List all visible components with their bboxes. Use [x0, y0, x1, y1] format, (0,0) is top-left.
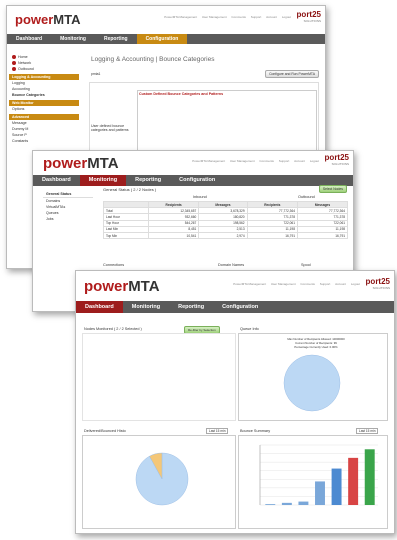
- bounce-title: Bounce Summary: [240, 429, 271, 433]
- bounce-range-select[interactable]: Last 15 min: [356, 428, 379, 434]
- sidebar-item-outbound[interactable]: Outbound: [9, 66, 79, 72]
- main-nav: Dashboard Monitoring Reporting Configura…: [33, 175, 353, 186]
- tab-monitoring[interactable]: Monitoring: [79, 175, 127, 186]
- sidebar-item-jobs[interactable]: Jobs: [43, 216, 93, 222]
- sidebar-item-constants[interactable]: Constants: [9, 138, 79, 144]
- tab-reporting[interactable]: Reporting: [126, 175, 170, 186]
- bounce-bar: [298, 501, 309, 505]
- bounce-bar: [315, 481, 325, 505]
- bounce-bar: [265, 504, 276, 505]
- pie-slice: [283, 354, 341, 412]
- top-link[interactable]: Support: [320, 282, 331, 286]
- top-link[interactable]: Comments: [231, 15, 246, 19]
- nodes-title: Nodes Monitored ( 2 / 2 Selected ): [84, 327, 142, 331]
- delivered-range-select[interactable]: Last 15 min: [206, 428, 229, 434]
- queue-line: Percentage Currently Used: 0.00%: [294, 345, 338, 349]
- table-row: Top Min 10,541 2,974 16,791 16,791: [103, 231, 349, 240]
- top-link[interactable]: Account: [294, 159, 305, 163]
- select-nodes-button[interactable]: Select Nodes: [318, 185, 347, 193]
- delivered-title: Delivered/Bounced Histo: [84, 429, 126, 433]
- main-nav: Dashboard Monitoring Reporting Configura…: [7, 34, 325, 44]
- top-links: PowerMTA Management User Management Comm…: [188, 159, 319, 163]
- apply-config-button[interactable]: Configure and Run PowerMTA: [265, 70, 319, 78]
- monitor-sidebar: General Status Domains VirtualMTAs Queue…: [43, 191, 93, 222]
- tab-configuration[interactable]: Configuration: [213, 301, 267, 313]
- top-link[interactable]: Support: [251, 15, 262, 19]
- sidebar-item-general-status[interactable]: General Status: [43, 191, 93, 198]
- top-link[interactable]: Account: [266, 15, 277, 19]
- powermta-logo: powerMTA: [84, 278, 160, 295]
- nodes-panel: [82, 333, 236, 421]
- top-link[interactable]: PowerMTA Management: [164, 15, 197, 19]
- footer-domain-names: Domain Names: [218, 263, 245, 267]
- delivered-pie-chart: [135, 452, 189, 506]
- port25-logo: port25 SOLUTIONS: [296, 10, 321, 24]
- sidebar-item-bounce-categories[interactable]: Bounce Categories: [9, 92, 79, 98]
- bounce-bar: [348, 457, 359, 505]
- tab-configuration[interactable]: Configuration: [170, 175, 224, 186]
- top-link[interactable]: PowerMTA Management: [233, 282, 266, 286]
- bullet-icon: [12, 61, 16, 66]
- top-link[interactable]: Logout: [282, 15, 291, 19]
- top-link[interactable]: User Management: [202, 15, 227, 19]
- group-outbound: Outbound: [298, 195, 315, 199]
- window-dashboard: powerMTA PowerMTA Management User Manage…: [75, 270, 395, 534]
- page-title: Logging & Accounting | Bounce Categories: [91, 56, 215, 63]
- top-link[interactable]: Account: [335, 282, 346, 286]
- bullet-icon: [12, 55, 16, 60]
- queue-pie-chart: [283, 354, 341, 412]
- section-title: General Status ( 2 / 2 Nodes ): [103, 187, 157, 192]
- bounce-bar: [281, 502, 292, 505]
- tab-monitoring[interactable]: Monitoring: [51, 34, 95, 44]
- footer-spool: Spool: [301, 263, 311, 267]
- bounce-red-heading: Custom Defined Bounce Categories and Pat…: [139, 92, 224, 96]
- top-link[interactable]: User Management: [230, 159, 255, 163]
- bounce-bar: [364, 449, 375, 505]
- group-inbound: Inbound: [193, 195, 207, 199]
- tab-configuration[interactable]: Configuration: [136, 34, 188, 44]
- sidebar-item-options[interactable]: Options: [9, 106, 79, 112]
- tab-dashboard[interactable]: Dashboard: [33, 175, 80, 186]
- top-link[interactable]: Comments: [259, 159, 274, 163]
- status-table: Recipients Messages Recipients Messages …: [103, 200, 349, 240]
- tab-dashboard[interactable]: Dashboard: [76, 301, 123, 313]
- top-link[interactable]: Comments: [300, 282, 315, 286]
- port25-logo: port25 SOLUTIONS: [365, 277, 390, 291]
- config-sidebar: Home Network Outbound Logging & Accounti…: [9, 54, 79, 144]
- tab-reporting[interactable]: Reporting: [95, 34, 137, 44]
- top-link[interactable]: PowerMTA Management: [192, 159, 225, 163]
- tab-reporting[interactable]: Reporting: [169, 301, 213, 313]
- bounce-bar-chart: [259, 444, 378, 506]
- server-input[interactable]: pmta1: [91, 72, 100, 76]
- footer-connections: Connections: [103, 263, 125, 267]
- tab-dashboard[interactable]: Dashboard: [7, 34, 51, 44]
- powermta-logo: powerMTA: [15, 12, 81, 27]
- bullet-icon: [12, 67, 16, 72]
- main-nav: Dashboard Monitoring Reporting Configura…: [76, 301, 394, 313]
- top-links: PowerMTA Management User Management Comm…: [229, 282, 360, 286]
- top-links: PowerMTA Management User Management Comm…: [160, 15, 291, 19]
- top-link[interactable]: Logout: [351, 282, 360, 286]
- top-link[interactable]: Logout: [310, 159, 319, 163]
- tab-monitoring[interactable]: Monitoring: [123, 301, 169, 313]
- queue-title: Queue Info: [240, 327, 259, 331]
- port25-logo: port25 SOLUTIONS: [324, 153, 349, 167]
- bounce-box-label: User defined bounce categories and patte…: [91, 124, 129, 132]
- bounce-bar: [331, 468, 342, 505]
- top-link[interactable]: User Management: [271, 282, 296, 286]
- powermta-logo: powerMTA: [43, 155, 119, 172]
- top-link[interactable]: Support: [279, 159, 290, 163]
